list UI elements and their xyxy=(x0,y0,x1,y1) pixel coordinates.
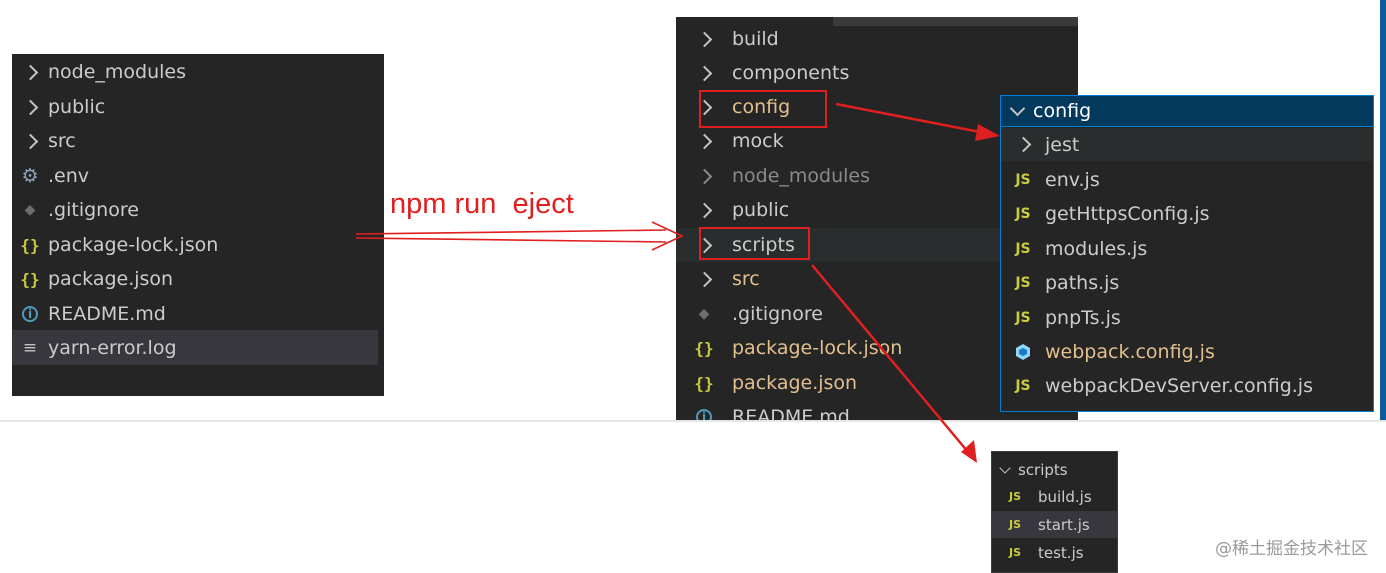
tree-item-env[interactable]: ⚙ .env xyxy=(12,159,384,193)
chevron-right-icon xyxy=(1001,136,1045,153)
config-highlight-box xyxy=(699,90,827,128)
eject-command-label: npm run eject xyxy=(390,188,574,220)
tree-item-label: package.json xyxy=(48,268,174,290)
tree-item-label: src xyxy=(48,130,76,152)
js-icon: JS xyxy=(1008,546,1021,559)
tree-item-label: .gitignore xyxy=(48,199,139,221)
tree-item-label: components xyxy=(732,62,850,84)
tree-item-label: test.js xyxy=(1038,543,1084,562)
git-diamond-icon: ◆ xyxy=(698,306,710,322)
js-icon: JS xyxy=(1015,309,1031,326)
tree-item-package-json[interactable]: {} package.json xyxy=(12,262,384,296)
tree-item-env-js[interactable]: JS env.js xyxy=(1001,163,1373,196)
tree-item-label: node_modules xyxy=(48,61,187,83)
tree-item-package-lock[interactable]: {} package-lock.json xyxy=(12,228,384,262)
tree-item-label: README.md xyxy=(48,303,166,325)
tree-item-start-js[interactable]: JS start.js xyxy=(992,511,1117,538)
tree-item-gethttpsconfig-js[interactable]: JS getHttpsConfig.js xyxy=(1001,197,1373,230)
tree-item-src[interactable]: src xyxy=(12,124,384,158)
chevron-right-icon xyxy=(676,271,732,287)
info-icon: i xyxy=(676,409,732,420)
watermark: @稀土掘金技术社区 xyxy=(1215,539,1368,559)
scripts-folder-panel: scripts JS build.js JS start.js JS test.… xyxy=(991,451,1118,573)
tree-item-label: README.md xyxy=(732,406,850,420)
tree-item-label: mock xyxy=(732,130,784,152)
json-braces-icon: {} xyxy=(20,235,40,255)
tree-item-yarn-error-log[interactable]: ≡ yarn-error.log xyxy=(12,330,378,365)
tree-item-components[interactable]: components xyxy=(676,56,1078,90)
tree-item-label: package-lock.json xyxy=(48,234,219,256)
tree-item-label: .env xyxy=(48,165,90,187)
chevron-right-icon xyxy=(676,31,732,47)
tree-item-label: public xyxy=(732,199,790,221)
folder-header-label: config xyxy=(1033,100,1092,122)
tree-item-label: package-lock.json xyxy=(732,337,903,359)
tree-item-label: paths.js xyxy=(1045,271,1120,294)
js-icon: JS xyxy=(1015,274,1031,291)
chevron-right-icon xyxy=(676,65,732,81)
tree-item-label: public xyxy=(48,96,106,118)
js-icon: JS xyxy=(1008,518,1021,531)
chevron-down-icon xyxy=(1001,100,1033,117)
tree-item-pnpts-js[interactable]: JS pnpTs.js xyxy=(1001,301,1373,334)
tree-item-node-modules[interactable]: node_modules xyxy=(12,55,384,89)
tree-item-label: env.js xyxy=(1045,168,1100,191)
tree-item-label: .gitignore xyxy=(732,303,823,325)
tree-item-label: modules.js xyxy=(1045,237,1148,260)
js-icon: JS xyxy=(1015,377,1031,394)
chevron-right-icon xyxy=(676,133,732,149)
lines-icon: ≡ xyxy=(22,337,38,358)
json-braces-icon: {} xyxy=(20,269,40,289)
tree-item-jest[interactable]: jest xyxy=(1001,128,1373,161)
tree-item-label: start.js xyxy=(1038,515,1090,534)
chevron-right-icon xyxy=(12,99,48,115)
tree-item-test-js[interactable]: JS test.js xyxy=(992,539,1117,566)
screenshot-divider xyxy=(0,420,1386,422)
js-icon: JS xyxy=(1015,205,1031,222)
right-edge-bar xyxy=(1380,0,1386,420)
json-braces-icon: {} xyxy=(694,338,714,358)
tree-item-label: yarn-error.log xyxy=(48,336,177,359)
info-icon: i xyxy=(12,306,48,322)
folder-header-label: scripts xyxy=(1018,461,1068,479)
webpack-cube-icon xyxy=(1001,343,1045,361)
tree-item-label: build.js xyxy=(1038,487,1092,506)
chevron-right-icon xyxy=(676,168,732,184)
tree-item-webpack-config-js[interactable]: webpack.config.js xyxy=(1001,335,1373,368)
chevron-right-icon xyxy=(676,202,732,218)
tree-item-label: package.json xyxy=(732,372,858,394)
tree-item-modules-js[interactable]: JS modules.js xyxy=(1001,232,1373,265)
left-file-explorer: node_modules public src ⚙ .env ◆ .gitign… xyxy=(12,54,384,396)
tree-item-webpackdevserver-config-js[interactable]: JS webpackDevServer.config.js xyxy=(1001,369,1373,402)
tree-item-build-js[interactable]: JS build.js xyxy=(992,483,1117,510)
tree-item-readme[interactable]: i README.md xyxy=(12,297,384,331)
tree-item-label: src xyxy=(732,268,760,290)
chevron-down-icon xyxy=(992,462,1018,474)
scripts-highlight-box xyxy=(699,227,810,260)
folder-header-config[interactable]: config xyxy=(1001,96,1373,127)
chevron-right-icon xyxy=(12,64,48,80)
tree-item-label: getHttpsConfig.js xyxy=(1045,202,1210,225)
config-folder-panel: config jest JS env.js JS getHttpsConfig.… xyxy=(1000,95,1374,412)
tree-item-label: jest xyxy=(1045,133,1080,156)
tree-item-label: node_modules xyxy=(732,165,871,187)
tree-item-label: webpackDevServer.config.js xyxy=(1045,374,1313,397)
js-icon: JS xyxy=(1008,490,1021,503)
js-icon: JS xyxy=(1015,171,1031,188)
js-icon: JS xyxy=(1015,240,1031,257)
folder-header-scripts[interactable]: scripts xyxy=(992,456,1117,484)
tree-item-label: webpack.config.js xyxy=(1045,340,1215,363)
tree-item-gitignore[interactable]: ◆ .gitignore xyxy=(12,193,384,227)
tree-item-build[interactable]: build xyxy=(676,22,1078,56)
gear-icon: ⚙ xyxy=(21,165,39,187)
eject-arrow xyxy=(355,221,684,251)
chevron-right-icon xyxy=(12,133,48,149)
tree-item-public[interactable]: public xyxy=(12,90,384,124)
git-diamond-icon: ◆ xyxy=(24,202,36,218)
tree-item-label: build xyxy=(732,28,779,50)
tree-item-paths-js[interactable]: JS paths.js xyxy=(1001,266,1373,299)
tree-item-label: pnpTs.js xyxy=(1045,306,1121,329)
json-braces-icon: {} xyxy=(694,373,714,393)
